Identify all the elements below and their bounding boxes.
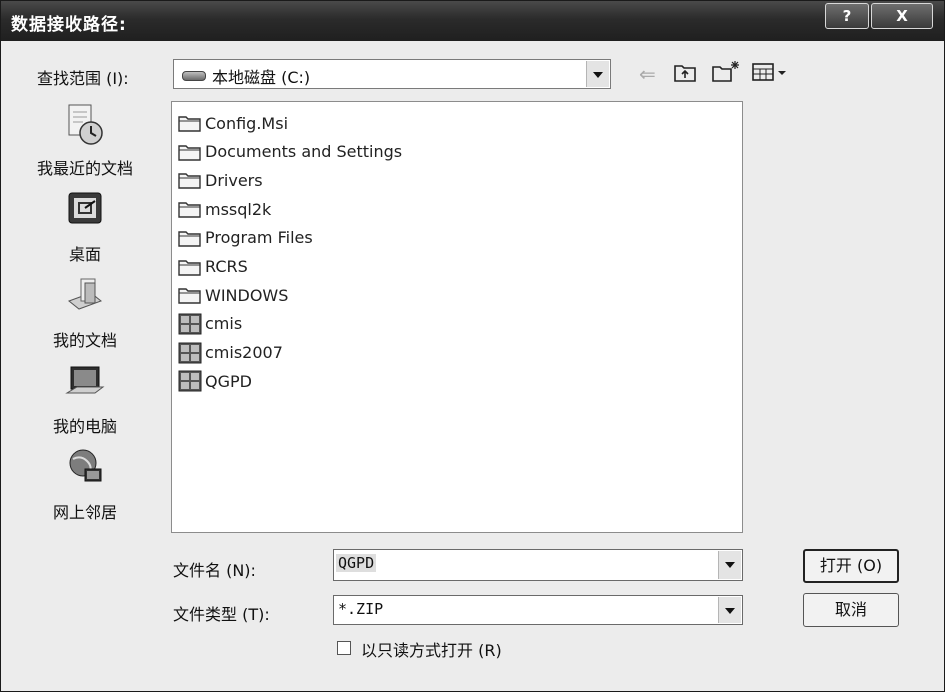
file-name: WINDOWS	[205, 285, 289, 305]
my-computer-icon	[65, 361, 105, 405]
file-name: cmis	[205, 314, 243, 334]
place-my-documents[interactable]: 我的文档	[19, 273, 151, 355]
place-label: 网上邻居	[52, 503, 117, 522]
place-desktop[interactable]: 桌面	[19, 187, 151, 269]
filetype-value: *.ZIP	[338, 600, 384, 618]
help-button[interactable]: ?	[825, 3, 869, 29]
filename-input[interactable]: QGPD	[333, 549, 743, 581]
file-name: Drivers	[205, 170, 263, 190]
folder-icon	[178, 200, 202, 218]
close-button[interactable]: X	[871, 3, 933, 29]
folder-icon	[178, 143, 202, 161]
application-file-icon	[178, 313, 202, 335]
readonly-label: 以只读方式打开 (R)	[361, 641, 502, 660]
file-list-item[interactable]: cmis2007	[178, 340, 283, 366]
dialog-title: 数据接收路径:	[11, 15, 127, 35]
file-list-item[interactable]: RCRS	[178, 254, 248, 280]
lookin-label: 查找范围 (I):	[37, 69, 129, 88]
folder-icon	[178, 286, 202, 304]
network-places-icon	[65, 447, 105, 491]
file-name: RCRS	[205, 257, 248, 276]
folder-icon	[178, 229, 202, 247]
readonly-checkbox[interactable]	[337, 641, 351, 655]
filename-dropdown-arrow[interactable]	[718, 551, 741, 579]
filename-label: 文件名 (N):	[173, 561, 256, 580]
file-list-item[interactable]: Drivers	[178, 167, 263, 193]
file-list-item[interactable]: WINDOWS	[178, 282, 288, 308]
cancel-button[interactable]: 取消	[803, 593, 899, 627]
lookin-dropdown[interactable]: 本地磁盘 (C:)	[173, 59, 611, 89]
file-list-item[interactable]: Documents and Settings	[178, 139, 402, 165]
filetype-label: 文件类型 (T):	[173, 605, 270, 624]
file-list-item[interactable]: Config.Msi	[178, 110, 288, 136]
file-list-item[interactable]: mssql2k	[178, 196, 271, 222]
new-folder-icon[interactable]	[711, 59, 741, 89]
place-recent[interactable]: 我最近的文档	[19, 101, 151, 183]
place-label: 桌面	[68, 245, 101, 264]
lookin-dropdown-arrow[interactable]	[586, 61, 609, 87]
filename-value: QGPD	[336, 554, 377, 572]
filetype-dropdown-arrow[interactable]	[718, 597, 741, 623]
up-folder-icon[interactable]	[673, 61, 697, 89]
folder-icon	[178, 114, 202, 132]
file-list-item[interactable]: Program Files	[178, 225, 313, 251]
file-dialog: 数据接收路径: ? X 查找范围 (I): 本地磁盘 (C:) ⇐ 我最近的文档…	[0, 0, 945, 692]
place-network[interactable]: 网上邻居	[19, 445, 151, 527]
application-file-icon	[178, 370, 202, 392]
application-file-icon	[178, 342, 202, 364]
lookin-value: 本地磁盘 (C:)	[212, 68, 311, 87]
title-bar[interactable]: 数据接收路径: ? X	[1, 1, 944, 41]
file-name: Documents and Settings	[205, 142, 403, 162]
file-name: Program Files	[205, 228, 313, 248]
file-name: QGPD	[205, 371, 252, 391]
file-list-item[interactable]: cmis	[178, 311, 242, 337]
place-label: 我的文档	[52, 331, 117, 350]
drive-icon	[182, 71, 206, 81]
file-name: cmis2007	[205, 343, 283, 363]
views-menu-icon[interactable]	[751, 61, 791, 89]
folder-icon	[178, 171, 202, 190]
folder-icon	[178, 258, 202, 276]
places-bar: 我最近的文档 桌面 我的文档 我的电脑 网上邻居	[19, 101, 151, 531]
back-icon[interactable]: ⇐	[639, 61, 656, 87]
file-name: Config.Msi	[205, 113, 289, 133]
file-list[interactable]: Config.Msi Documents and Settings Drivers m…	[171, 101, 743, 533]
my-documents-icon	[65, 275, 105, 319]
open-button[interactable]: 打开 (O)	[803, 549, 899, 583]
recent-documents-icon	[65, 103, 105, 147]
place-label: 我的电脑	[52, 417, 117, 436]
filetype-select[interactable]: *.ZIP	[333, 595, 743, 625]
file-name: mssql2k	[205, 199, 272, 219]
desktop-icon	[65, 189, 105, 233]
place-my-computer[interactable]: 我的电脑	[19, 359, 151, 441]
file-list-item[interactable]: QGPD	[178, 368, 252, 394]
place-label: 我最近的文档	[36, 159, 133, 178]
